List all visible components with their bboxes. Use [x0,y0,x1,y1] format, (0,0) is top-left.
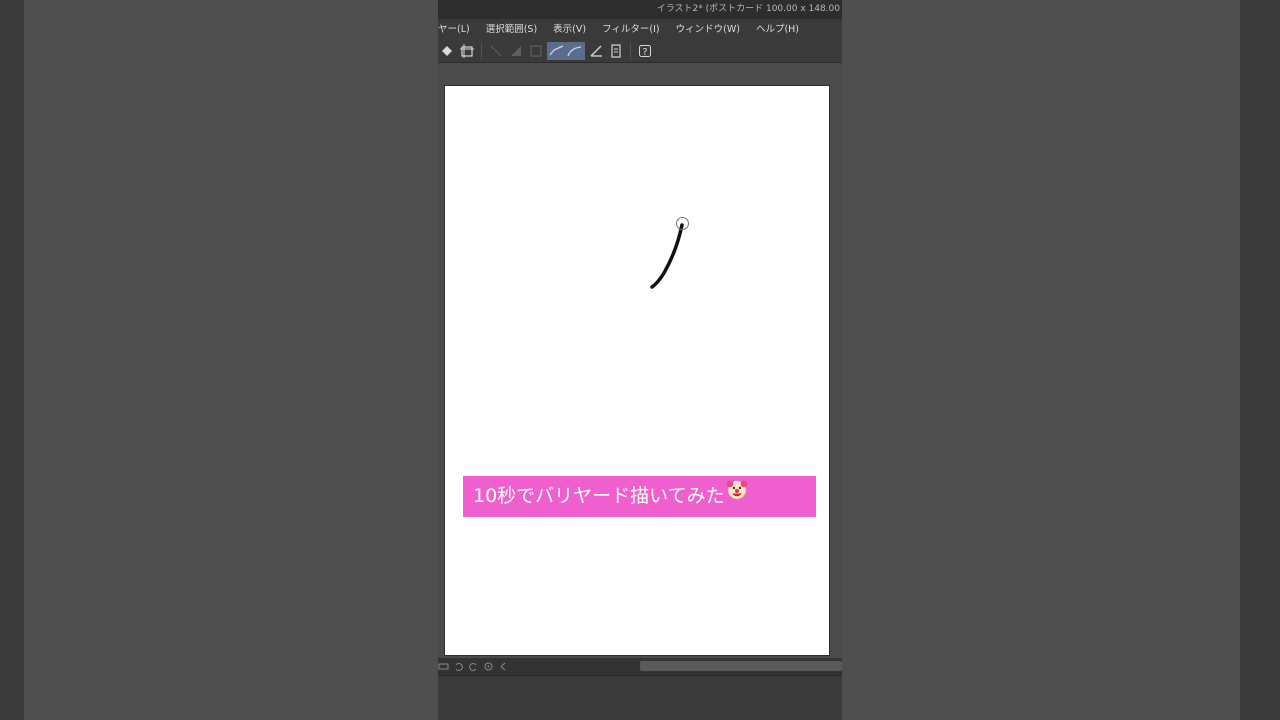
bottom-panel [438,675,842,720]
app-window: イラスト2* (ポストカード 100.00 x 148.00 ヤー(L) 選択範… [438,0,842,720]
stabilizer-line-icon[interactable] [548,42,566,60]
right-edge [1240,0,1280,720]
brush-cursor-icon [676,217,689,230]
title-bar: イラスト2* (ポストカード 100.00 x 148.00 [438,0,842,19]
menu-help[interactable]: ヘルプ(H) [748,19,807,40]
horizontal-scrollbar[interactable] [640,661,842,671]
frame-icon[interactable] [527,42,545,60]
stabilizer-curve-icon[interactable] [566,42,584,60]
page-icon[interactable] [607,42,625,60]
menu-layer[interactable]: ヤー(L) [438,19,478,40]
svg-text:?: ? [642,47,647,58]
rotate-icon[interactable] [483,661,494,672]
help-icon[interactable]: ? [636,42,654,60]
menu-filter[interactable]: フィルター(I) [594,19,668,40]
window-title: イラスト2* (ポストカード 100.00 x 148.00 [656,4,840,14]
stabilizer-group [547,42,585,60]
menu-view[interactable]: 表示(V) [545,19,594,40]
scroll-left-icon[interactable] [498,661,509,672]
navigator-icon[interactable] [438,661,449,672]
ruler-icon[interactable] [587,42,605,60]
selection-icon[interactable] [458,42,476,60]
undo-icon[interactable] [453,661,464,672]
drawing-canvas[interactable]: 10秒でバリヤード描いてみた [445,86,829,655]
status-bar [438,658,842,675]
menu-selection[interactable]: 選択範囲(S) [478,19,545,40]
redo-icon[interactable] [468,661,479,672]
brush-stroke [650,223,684,289]
line-icon[interactable] [487,42,505,60]
toolbar-separator [481,43,482,59]
transform-icon[interactable] [438,42,456,60]
screen: イラスト2* (ポストカード 100.00 x 148.00 ヤー(L) 選択範… [0,0,1280,720]
canvas-workspace: 10秒でバリヤード描いてみた [438,63,842,658]
clown-face-icon [726,474,748,515]
menu-bar: ヤー(L) 選択範囲(S) 表示(V) フィルター(I) ウィンドウ(W) ヘル… [438,19,842,40]
command-bar: ? [438,40,842,63]
toolbar-separator [630,43,631,59]
menu-window[interactable]: ウィンドウ(W) [668,19,748,40]
shade-icon[interactable] [507,42,525,60]
video-caption: 10秒でバリヤード描いてみた [463,476,816,517]
left-edge [0,0,24,720]
caption-text: 10秒でバリヤード描いてみた [473,485,725,507]
